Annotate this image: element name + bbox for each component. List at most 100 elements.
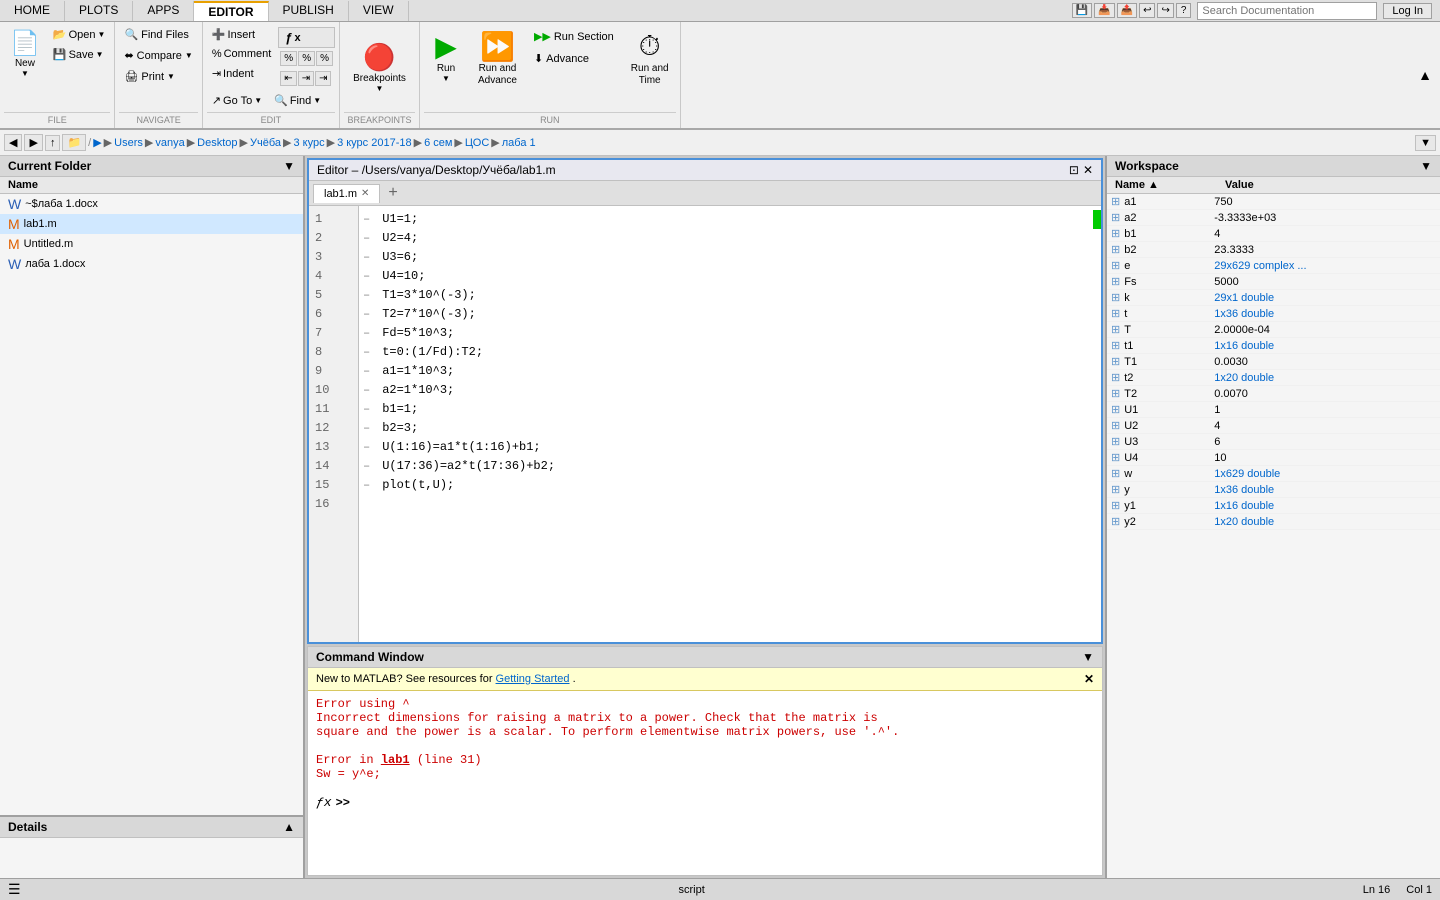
editor-tab-lab1[interactable]: lab1.m ✕ <box>313 184 380 203</box>
help-btn[interactable]: ? <box>1176 3 1192 18</box>
run-time-button[interactable]: ⏱ Run andTime <box>624 25 676 92</box>
command-content[interactable]: Error using ^ Incorrect dimensions for r… <box>308 691 1102 875</box>
run-button[interactable]: ▶ Run ▼ <box>424 25 468 88</box>
import-btn[interactable]: 📥 <box>1094 3 1114 18</box>
prompt-icon: ƒx <box>316 795 332 810</box>
new-button[interactable]: 📄 New ▼ <box>4 25 46 82</box>
ws-row-y[interactable]: ⊞ y 1x36 double <box>1107 482 1440 498</box>
ws-row-a1[interactable]: ⊞ a1 750 <box>1107 194 1440 210</box>
var-icon: ⊞ <box>1111 419 1120 432</box>
ws-row-Fs[interactable]: ⊞ Fs 5000 <box>1107 274 1440 290</box>
search-input[interactable] <box>1197 2 1377 20</box>
ws-row-t1[interactable]: ⊞ t1 1x16 double <box>1107 338 1440 354</box>
redo-btn[interactable]: ↪ <box>1157 3 1173 18</box>
export-btn[interactable]: 📤 <box>1117 3 1137 18</box>
comment-toggle-btn[interactable]: % % % <box>278 49 335 68</box>
menu-apps[interactable]: APPS <box>133 1 194 21</box>
code-content[interactable]: U1=1; U2=4; U3=6; U4=10; T1=3*10^(-3); T… <box>374 206 1101 642</box>
bread-laba1[interactable]: лаба 1 <box>502 137 536 149</box>
undo-btn[interactable]: ↩ <box>1139 3 1155 18</box>
nav-forward-btn[interactable]: ▶ <box>24 134 42 151</box>
find-files-button[interactable]: 🔍 Find Files <box>119 25 197 44</box>
ws-row-T[interactable]: ⊞ T 2.0000e-04 <box>1107 322 1440 338</box>
ws-row-t[interactable]: ⊞ t 1x36 double <box>1107 306 1440 322</box>
cmd-options-btn[interactable]: ▼ <box>1082 650 1094 664</box>
tab-close-icon[interactable]: ✕ <box>361 188 369 199</box>
ws-row-U4[interactable]: ⊞ U4 10 <box>1107 450 1440 466</box>
open-button[interactable]: 📂 Open ▼ <box>48 25 111 44</box>
file-item-laba-docx[interactable]: W ~$лаба 1.docx <box>0 194 303 214</box>
getting-started-link[interactable]: Getting Started <box>496 673 570 685</box>
ws-row-t2[interactable]: ⊞ t2 1x20 double <box>1107 370 1440 386</box>
comment-button[interactable]: % Comment <box>207 45 276 63</box>
add-tab-btn[interactable]: + <box>380 181 405 205</box>
ws-row-y2[interactable]: ⊞ y2 1x20 double <box>1107 514 1440 530</box>
prompt-line[interactable]: ƒx >> <box>316 795 1094 810</box>
editor-close-btn[interactable]: ✕ <box>1083 163 1093 177</box>
nav-browse-btn[interactable]: 📁 <box>62 134 86 151</box>
run-advance-button[interactable]: ⏩ Run andAdvance <box>471 25 524 92</box>
ws-row-w[interactable]: ⊞ w 1x629 double <box>1107 466 1440 482</box>
log-in-button[interactable]: Log In <box>1383 3 1432 19</box>
ws-row-T2[interactable]: ⊞ T2 0.0070 <box>1107 386 1440 402</box>
file-item-laba-1-docx[interactable]: W лаба 1.docx <box>0 254 303 274</box>
menu-editor[interactable]: EDITOR <box>194 1 268 21</box>
toolbar-file-section: 📄 New ▼ 📂 Open ▼ 💾 Save ▼ FILE <box>0 22 115 128</box>
breakpoints-button[interactable]: 🔴 Breakpoints ▼ <box>344 37 415 98</box>
ws-row-U2[interactable]: ⊞ U2 4 <box>1107 418 1440 434</box>
bread-cos[interactable]: ЦОС <box>465 137 489 149</box>
ws-row-b2[interactable]: ⊞ b2 23.3333 <box>1107 242 1440 258</box>
go-to-button[interactable]: ↗ Go To ▼ <box>207 91 267 110</box>
nav-up-btn[interactable]: ↑ <box>45 135 61 151</box>
ws-row-k[interactable]: ⊞ k 29x1 double <box>1107 290 1440 306</box>
bread-6sem[interactable]: 6 сем <box>424 137 452 149</box>
ws-row-b1[interactable]: ⊞ b1 4 <box>1107 226 1440 242</box>
editor-minimize-btn[interactable]: ⊡ <box>1069 163 1079 177</box>
nav-back-btn[interactable]: ◀ <box>4 134 22 151</box>
bread-desktop[interactable]: Desktop <box>197 137 237 149</box>
error-line-3: square and the power is a scalar. To per… <box>316 725 1094 739</box>
save-button[interactable]: 💾 Save ▼ <box>48 45 111 64</box>
bread-vanya[interactable]: vanya <box>155 137 184 149</box>
cursor-area[interactable] <box>354 796 554 810</box>
bread-users[interactable]: Users <box>114 137 143 149</box>
compare-button[interactable]: ⬌ Compare ▼ <box>119 46 197 65</box>
bread-root[interactable]: ▶ <box>93 136 101 149</box>
folder-panel-options[interactable]: ▼ <box>283 159 295 173</box>
ws-row-U1[interactable]: ⊞ U1 1 <box>1107 402 1440 418</box>
ws-row-y1[interactable]: ⊞ y1 1x16 double <box>1107 498 1440 514</box>
bread-3kurs[interactable]: 3 курс <box>293 137 324 149</box>
notice-close-btn[interactable]: ✕ <box>1084 672 1094 686</box>
advance-button[interactable]: ⬇ Advance <box>527 49 621 68</box>
toolbar-collapse-btn[interactable]: ▲ <box>1414 65 1436 85</box>
run-section-button[interactable]: ▶▶ Run Section <box>527 27 621 46</box>
ws-row-T1[interactable]: ⊞ T1 0.0030 <box>1107 354 1440 370</box>
ws-row-U3[interactable]: ⊞ U3 6 <box>1107 434 1440 450</box>
save-session-btn[interactable]: 💾 <box>1072 3 1092 18</box>
ws-row-e[interactable]: ⊞ e 29x629 complex ... <box>1107 258 1440 274</box>
menu-home[interactable]: HOME <box>0 1 65 21</box>
print-button[interactable]: 🖨 Print ▼ <box>119 67 197 86</box>
indent-button[interactable]: ⇥ Indent <box>207 64 276 83</box>
details-collapse-btn[interactable]: ▲ <box>283 820 295 834</box>
menu-plots[interactable]: PLOTS <box>65 1 133 21</box>
workspace-options-btn[interactable]: ▼ <box>1420 159 1432 173</box>
file-item-lab1-m[interactable]: M lab1.m <box>0 214 303 234</box>
fx-button[interactable]: ƒx <box>278 27 335 48</box>
menu-view[interactable]: VIEW <box>349 1 409 21</box>
insert-button[interactable]: ➕ Insert <box>207 25 276 44</box>
bread-2017[interactable]: 3 курс 2017-18 <box>337 137 412 149</box>
file-item-untitled-m[interactable]: M Untitled.m <box>0 234 303 254</box>
indent-toggle-btn[interactable]: ⇤ ⇥ ⇥ <box>278 69 335 88</box>
menu-publish[interactable]: PUBLISH <box>269 1 349 21</box>
find-button[interactable]: 🔍 Find ▼ <box>269 91 326 110</box>
nav-path-btn[interactable]: ▼ <box>1415 135 1436 151</box>
var-icon: ⊞ <box>1111 451 1120 464</box>
edit-section-label: EDIT <box>207 112 335 125</box>
editor-content[interactable]: 1 2 3 4 5 6 7 8 9 10 11 12 13 14 15 16 –… <box>309 206 1101 642</box>
workspace-table-header: Name ▲ Value <box>1107 177 1440 194</box>
ws-row-a2[interactable]: ⊞ a2 -3.3333e+03 <box>1107 210 1440 226</box>
bread-ucheba[interactable]: Учёба <box>250 137 281 149</box>
col-indicator: Col 1 <box>1406 884 1432 896</box>
breakpoints-section-label: BREAKPOINTS <box>344 112 415 125</box>
